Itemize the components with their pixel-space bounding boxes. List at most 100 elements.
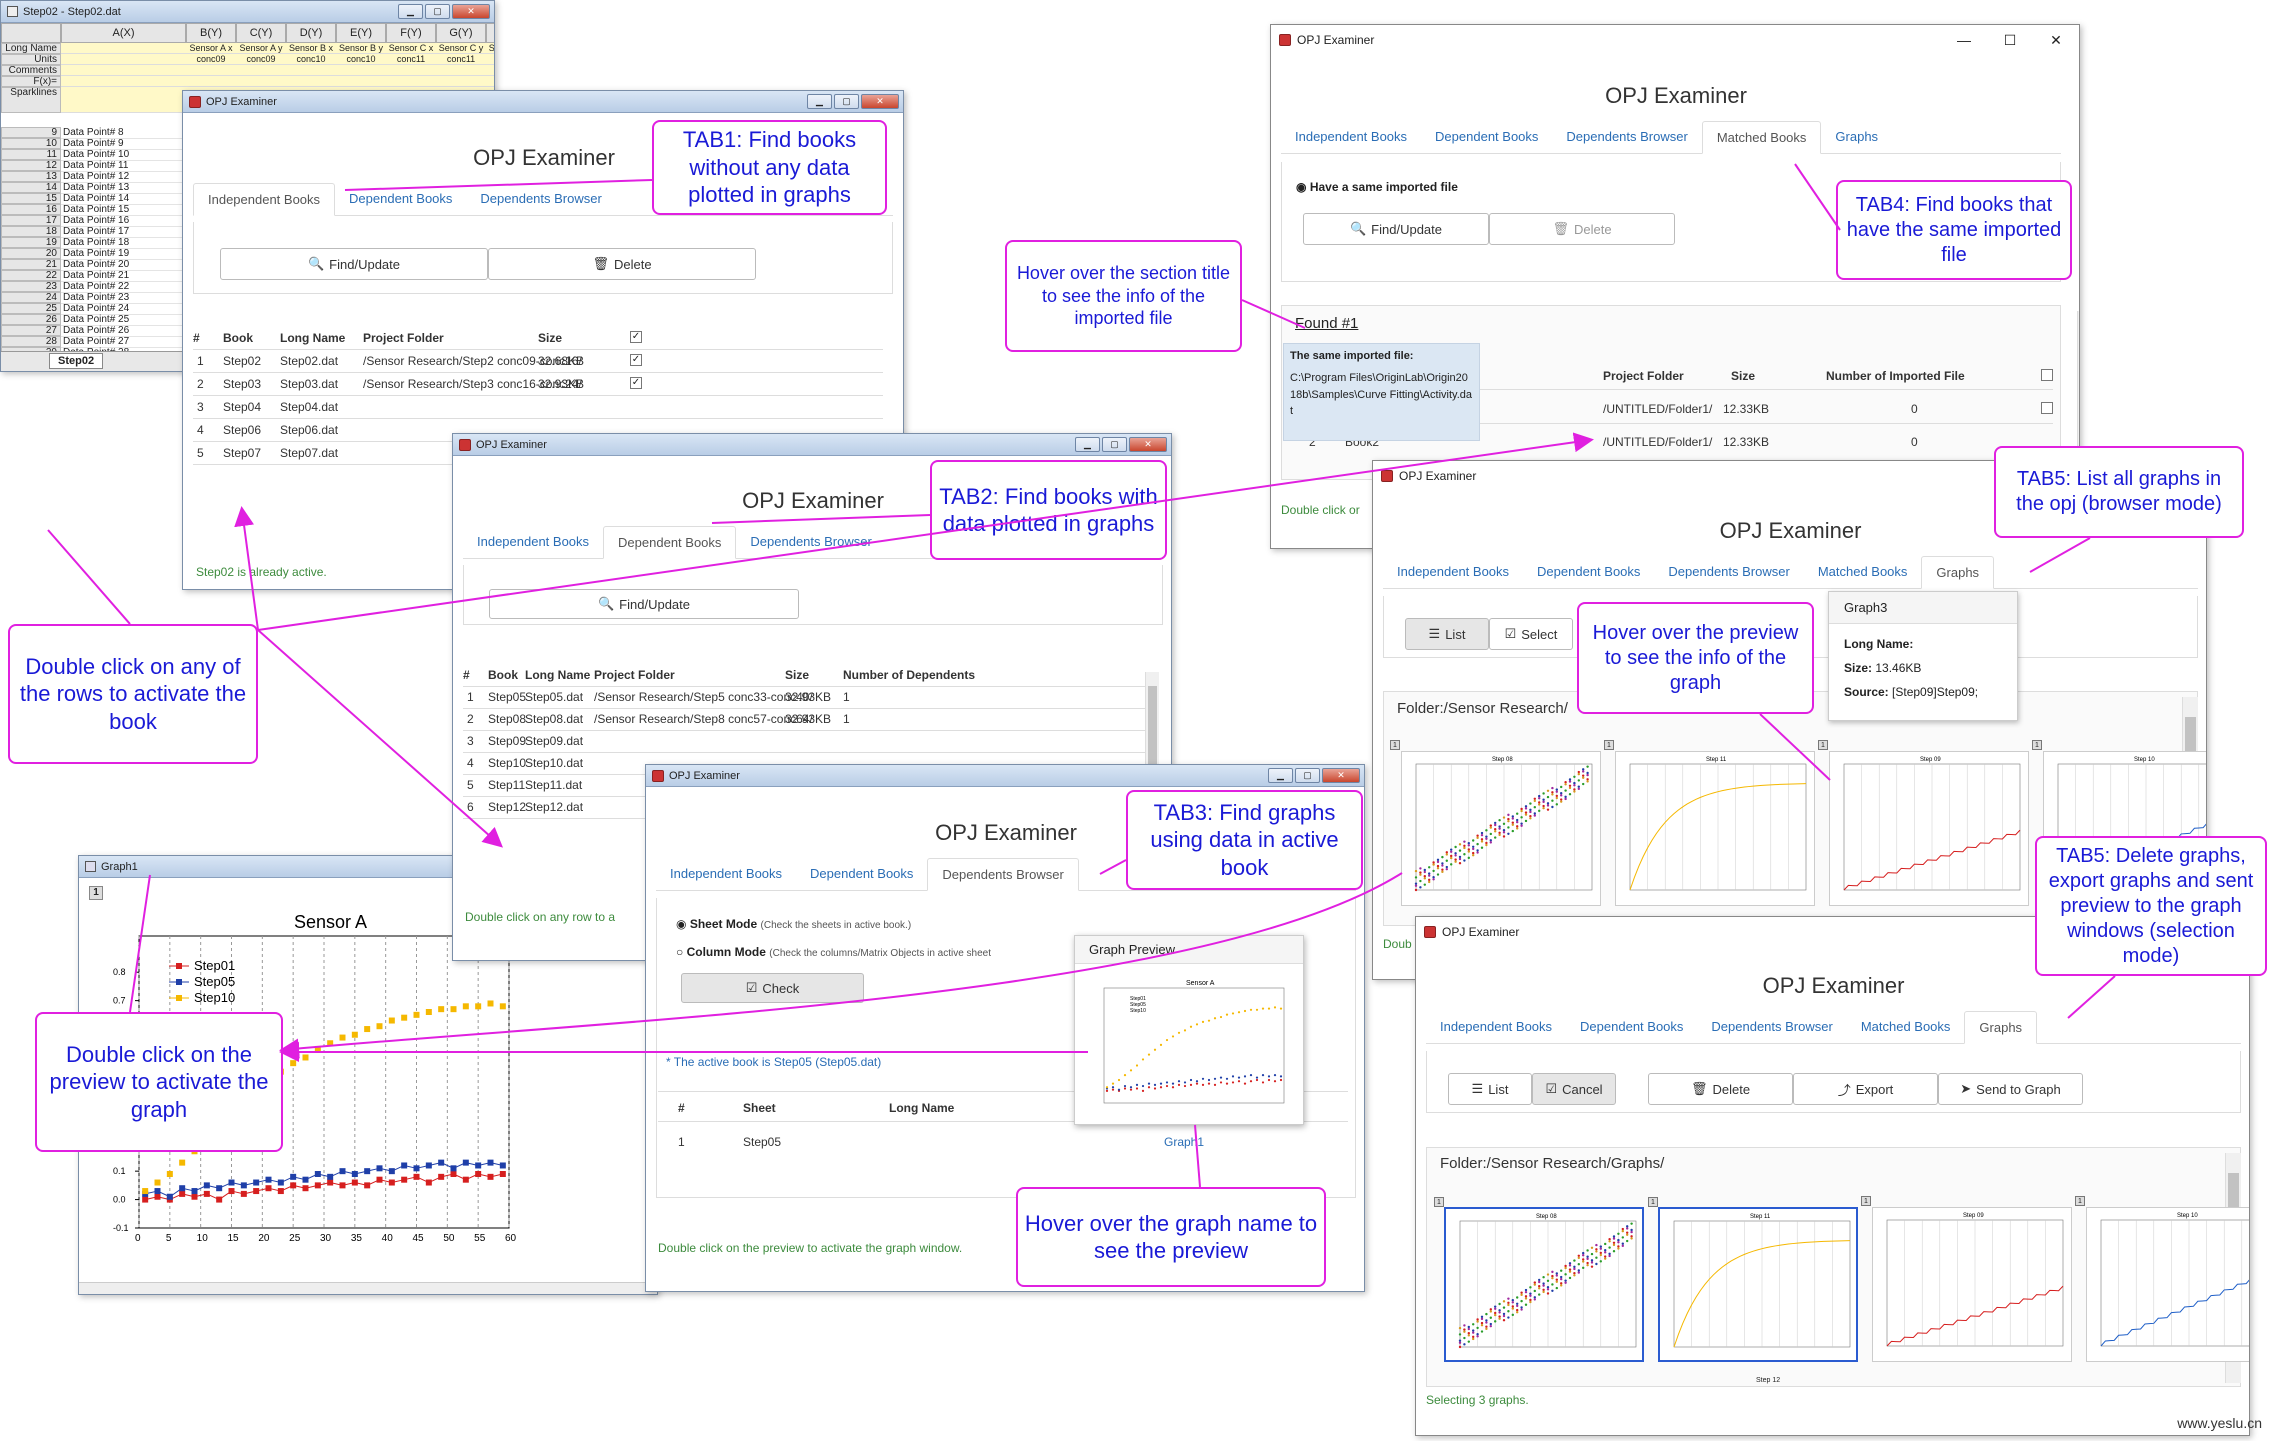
w1-titlebar[interactable]: OPJ Examiner ▁ ▢ ✕ [183, 91, 903, 113]
tab-independent-books[interactable]: Independent Books [1383, 556, 1523, 588]
row-header[interactable]: 9 [1, 127, 61, 138]
table-cell[interactable]: Step07 [223, 446, 261, 460]
longname-cell[interactable]: Sensor B y [336, 43, 386, 54]
units-cell[interactable]: conc09 [236, 54, 286, 65]
table-cell[interactable]: Step09 [488, 734, 526, 748]
minimize-icon[interactable]: ▁ [807, 94, 832, 109]
units-cell[interactable]: conc11 [386, 54, 436, 65]
th-size[interactable]: Size [785, 668, 809, 682]
units-cell[interactable]: conc10 [286, 54, 336, 65]
tab-dependent-books[interactable]: Dependent Books [335, 183, 466, 215]
column-header[interactable]: B(Y) [186, 23, 236, 43]
cell-value[interactable]: Data Point# 19 [63, 248, 185, 259]
same-imported-radio[interactable]: ◉ Have a same imported file [1296, 180, 1458, 194]
table-row[interactable] [463, 752, 1153, 753]
cell-value[interactable]: Data Point# 8 [63, 127, 185, 138]
row-header[interactable]: 15 [1, 193, 61, 204]
row-header[interactable]: 19 [1, 237, 61, 248]
tab-dependents-browser[interactable]: Dependents Browser [1552, 121, 1701, 153]
tab-dependent-books[interactable]: Dependent Books [603, 526, 737, 559]
label-row-header[interactable]: Sparklines [1, 87, 61, 113]
find-update-button[interactable]: 🔍 Find/Update [489, 589, 799, 619]
row-header[interactable]: 28 [1, 336, 61, 347]
table-cell[interactable]: Step05 [488, 690, 526, 704]
column-header[interactable]: E(Y) [336, 23, 386, 43]
minimize-icon[interactable]: ▁ [1075, 437, 1100, 452]
column-header[interactable]: D(Y) [286, 23, 336, 43]
list-button[interactable]: ☰ List [1405, 618, 1489, 650]
graph-thumbnail[interactable]: 1 Step 09 [1861, 1196, 2072, 1362]
close-icon[interactable]: ✕ [1322, 768, 1360, 783]
thumb-checkbox[interactable]: 1 [1861, 1196, 1871, 1206]
tab-independent-books[interactable]: Independent Books [1426, 1011, 1566, 1043]
th-project-folder[interactable]: Project Folder [363, 331, 444, 345]
column-header[interactable]: G(Y) [436, 23, 486, 43]
tab-dependent-books[interactable]: Dependent Books [1566, 1011, 1697, 1043]
cell-value[interactable]: Data Point# 23 [63, 292, 185, 303]
row-header[interactable]: 10 [1, 138, 61, 149]
graph-preview-popup[interactable]: Graph Preview Sensor A Step01 Step05 Step10 [1074, 935, 1304, 1125]
graph1-hscroll[interactable] [79, 1282, 657, 1294]
column-header[interactable]: C(Y) [236, 23, 286, 43]
delete-graphs-button[interactable]: 🗑 Delete [1648, 1073, 1793, 1105]
thumb-checkbox[interactable]: 1 [1390, 740, 1400, 750]
row-header[interactable]: 20 [1, 248, 61, 259]
cell-value[interactable]: Data Point# 10 [63, 149, 185, 160]
row-header[interactable]: 23 [1, 281, 61, 292]
graph-thumbnail[interactable]: 1 Step 11 [1604, 740, 1815, 906]
table-cell[interactable]: Step04 [223, 400, 261, 414]
label-row-header[interactable]: Comments [1, 65, 61, 76]
cell-value[interactable]: Data Point# 12 [63, 171, 185, 182]
tab-dependents-browser[interactable]: Dependents Browser [466, 183, 615, 215]
w4-titlebar[interactable]: OPJ Examiner — ☐ ✕ [1271, 25, 2079, 55]
maximize-icon[interactable]: ▢ [834, 94, 859, 109]
table-row[interactable] [463, 708, 1153, 709]
cell-value[interactable]: Data Point# 13 [63, 182, 185, 193]
table-cell[interactable]: Step11 [488, 778, 525, 792]
check-button[interactable]: ☑ Check [681, 973, 864, 1003]
select-all-checkbox[interactable]: ✓ [630, 331, 642, 343]
row-checkbox[interactable]: ✓ [630, 354, 642, 366]
minimize-icon[interactable]: — [1941, 25, 1987, 55]
row-header[interactable]: 27 [1, 325, 61, 336]
table-cell[interactable]: Step03 [223, 377, 261, 391]
cell-value[interactable]: Data Point# 11 [63, 160, 185, 171]
cell-value[interactable]: Data Point# 27 [63, 336, 185, 347]
minimize-icon[interactable]: ▁ [1268, 768, 1293, 783]
row-header[interactable]: 26 [1, 314, 61, 325]
find-update-button[interactable]: 🔍 Find/Update [220, 248, 488, 280]
close-icon[interactable]: ✕ [861, 94, 899, 109]
maximize-icon[interactable]: ▢ [1102, 437, 1127, 452]
tab-independent-books[interactable]: Independent Books [463, 526, 603, 558]
row-checkbox[interactable] [2041, 402, 2053, 414]
opj-window-tab5-selection[interactable]: OPJ Examiner OPJ Examiner Independent Bo… [1415, 916, 2250, 1436]
delete-button[interactable]: 🗑 Delete [488, 248, 756, 280]
tab-graphs[interactable]: Graphs [1921, 556, 1995, 589]
cell-value[interactable]: Data Point# 22 [63, 281, 185, 292]
row-header[interactable]: 17 [1, 215, 61, 226]
export-button[interactable]: ⤴ Export [1793, 1073, 1938, 1105]
graph-thumbnail[interactable]: 1 Step 08 [1434, 1197, 1644, 1362]
tab-matched-books[interactable]: Matched Books [1804, 556, 1922, 588]
tab-independent-books[interactable]: Independent Books [193, 183, 336, 216]
longname-cell[interactable]: Sensor C y [436, 43, 486, 54]
tab-graphs[interactable]: Graphs [1821, 121, 1892, 153]
maximize-icon[interactable]: ▢ [425, 4, 450, 19]
th-long-name[interactable]: Long Name [280, 331, 345, 345]
longname-cell[interactable]: Sensor A y [236, 43, 286, 54]
table-row[interactable] [193, 418, 883, 419]
column-header[interactable]: H(Y) [486, 23, 494, 43]
longname-cell[interactable]: Sensor B x [286, 43, 336, 54]
delete-button[interactable]: 🗑 Delete [1489, 213, 1675, 245]
column-header[interactable]: F(Y) [386, 23, 436, 43]
th-long-name[interactable]: Long Name [525, 668, 590, 682]
th-book[interactable]: Book [223, 331, 253, 345]
th-number-of-dependents[interactable]: Number of Dependents [843, 668, 975, 682]
row-header[interactable]: 22 [1, 270, 61, 281]
graph-thumbnail[interactable]: 1 Step 10 [2075, 1196, 2249, 1362]
column-mode-radio[interactable]: ○ Column Mode (Check the columns/Matrix … [676, 945, 991, 959]
minimize-icon[interactable]: ▁ [398, 4, 423, 19]
cell-value[interactable]: Data Point# 24 [63, 303, 185, 314]
row-checkbox[interactable]: ✓ [630, 377, 642, 389]
column-header[interactable]: A(X) [61, 23, 186, 43]
